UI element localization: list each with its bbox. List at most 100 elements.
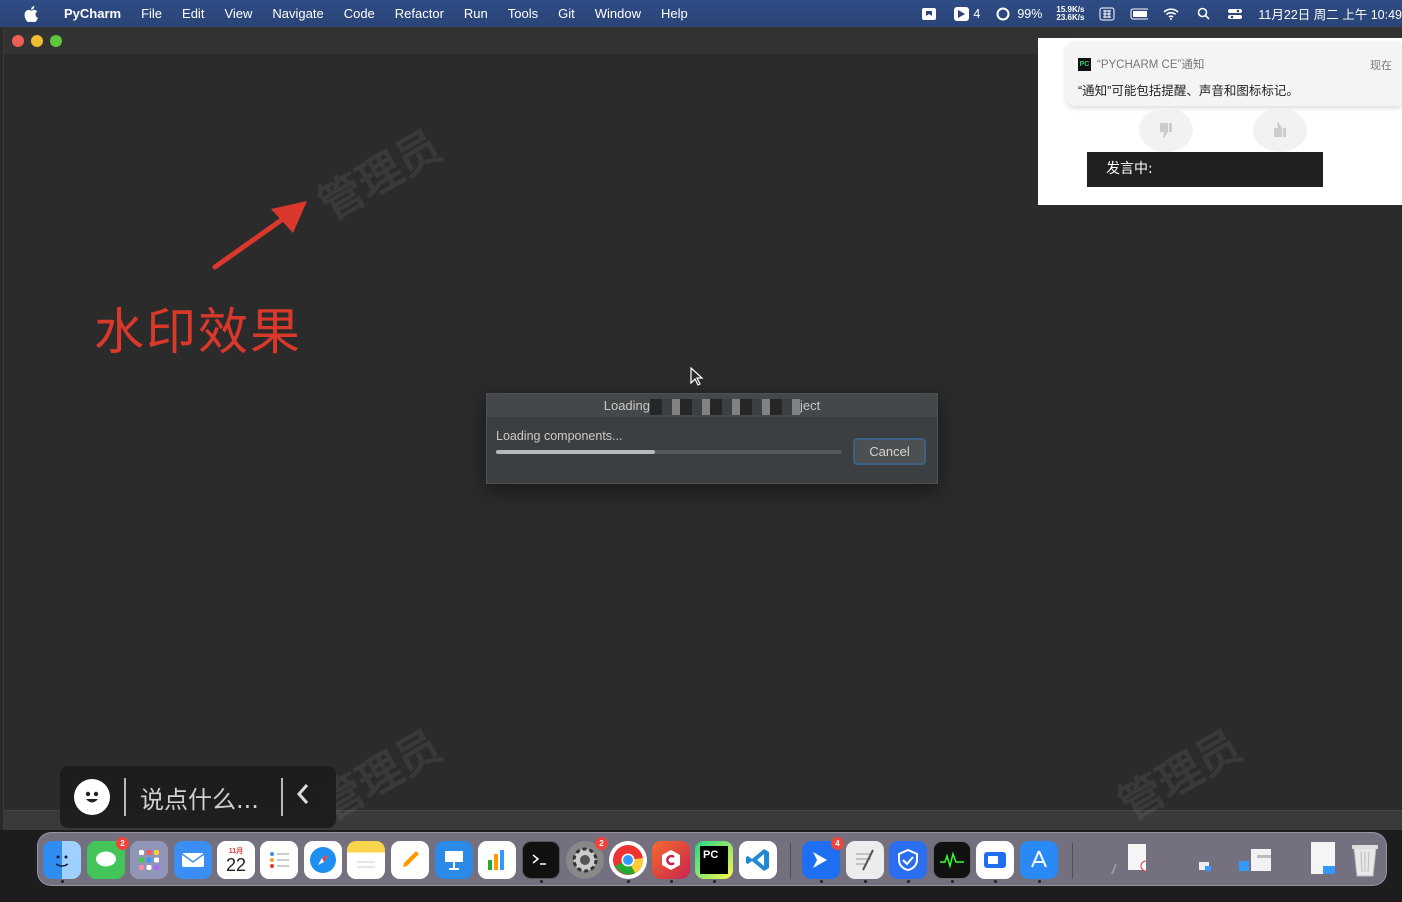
thumbs-down-icon[interactable] <box>1139 108 1193 152</box>
notification-app-name: “PYCHARM CE”通知 <box>1097 59 1205 71</box>
notification-body: “通知”可能包括提醒、声音和图标标记。 <box>1078 84 1299 98</box>
mail-icon[interactable] <box>174 841 212 879</box>
control-center-icon[interactable] <box>1226 7 1244 21</box>
screen: PyCharm File Edit View Navigate Code Ref… <box>0 0 1402 902</box>
menu-git[interactable]: Git <box>548 0 585 27</box>
thumbs-up-icon[interactable] <box>1253 108 1307 152</box>
pages-icon[interactable] <box>391 841 429 879</box>
textedit-icon[interactable] <box>846 841 884 879</box>
messages-badge: 2 <box>116 837 129 850</box>
menu-help[interactable]: Help <box>651 0 698 27</box>
battery-circle-status[interactable]: 99% <box>994 7 1042 21</box>
keynote-icon[interactable] <box>435 841 473 879</box>
dock: 2 11月 22 2 PC 4 <box>37 832 1387 886</box>
running-indicator <box>61 880 64 883</box>
menu-bar: PyCharm File Edit View Navigate Code Ref… <box>0 0 1402 27</box>
messages-icon[interactable]: 2 <box>87 837 129 879</box>
clion-icon[interactable] <box>652 841 690 879</box>
finder-icon[interactable] <box>43 841 81 879</box>
input-method-icon[interactable] <box>1098 7 1116 21</box>
menu-run[interactable]: Run <box>454 0 498 27</box>
calendar-day: 22 <box>225 855 247 875</box>
close-button[interactable] <box>12 35 24 47</box>
chat-input[interactable]: 说点什么... <box>140 780 259 815</box>
battery-percent: 99% <box>1017 6 1043 21</box>
menu-code[interactable]: Code <box>334 0 385 27</box>
notification-app: PC “PYCHARM CE”通知 <box>1078 56 1204 72</box>
running-indicator <box>670 880 673 883</box>
redacted-blur <box>650 398 801 415</box>
tencent-meeting-icon[interactable] <box>976 841 1014 879</box>
menu-refactor[interactable]: Refactor <box>385 0 454 27</box>
apple-icon[interactable] <box>22 5 40 23</box>
wifi-icon[interactable] <box>1162 7 1180 21</box>
ring-icon <box>994 7 1012 21</box>
menu-app-pycharm[interactable]: PyCharm <box>54 0 131 27</box>
notification-time: 现在 <box>1370 60 1392 72</box>
notification-panel: PC “PYCHARM CE”通知 现在 “通知”可能包括提醒、声音和图标标记。… <box>1038 38 1402 205</box>
chrome-icon[interactable] <box>609 841 647 879</box>
running-indicator <box>713 880 716 883</box>
app-store-icon[interactable] <box>1020 841 1058 879</box>
terminal-icon[interactable] <box>522 841 560 879</box>
feishu-icon[interactable]: 4 <box>802 837 844 879</box>
annotation-text: 水印效果 <box>94 303 302 361</box>
activity-monitor-icon[interactable] <box>933 841 971 879</box>
loading-status: Loading components... <box>496 429 623 443</box>
network-speed[interactable]: 15.9K/s 23.6K/s <box>1056 5 1085 22</box>
menu-window[interactable]: Window <box>585 0 651 27</box>
menu-view[interactable]: View <box>214 0 262 27</box>
bluebird-status[interactable]: 4 <box>952 6 980 21</box>
screenshot-stack-icon[interactable] <box>1233 841 1271 879</box>
trash-icon[interactable] <box>1346 841 1384 879</box>
safari-icon[interactable] <box>304 841 342 879</box>
cancel-button[interactable]: Cancel <box>853 438 926 465</box>
stack-icon[interactable] <box>1186 841 1224 879</box>
battery-icon[interactable] <box>1130 7 1149 21</box>
dialog-title-prefix: Loading <box>603 398 651 413</box>
system-preferences-icon[interactable]: 2 <box>566 837 608 879</box>
zoom-button[interactable] <box>50 35 62 47</box>
screen-record-icon[interactable] <box>920 7 938 21</box>
running-indicator <box>820 880 823 883</box>
annotation-arrow-icon <box>212 201 307 270</box>
reminders-icon[interactable] <box>260 841 298 879</box>
emoji-icon[interactable] <box>74 779 110 815</box>
launchpad-icon[interactable] <box>130 841 168 879</box>
dialog-title-suffix: ject <box>800 398 821 413</box>
running-indicator <box>627 880 630 883</box>
clock[interactable]: 11月22日 周二 上午 10:49 <box>1258 4 1402 23</box>
menu-navigate[interactable]: Navigate <box>262 0 333 27</box>
running-indicator <box>951 880 954 883</box>
cursor-icon <box>690 367 704 386</box>
pycharm-icon: PC <box>1078 57 1091 71</box>
minimize-button[interactable] <box>31 35 43 47</box>
loading-dialog: Loading ject Loading components... Cancel <box>486 393 938 484</box>
progress-bar <box>496 450 842 454</box>
bluebird-icon <box>952 6 970 21</box>
menu-tools[interactable]: Tools <box>498 0 548 27</box>
dock-divider <box>1072 843 1073 879</box>
calendar-icon[interactable]: 11月 22 <box>217 841 255 879</box>
running-indicator <box>1038 880 1041 883</box>
notification-card[interactable]: PC “PYCHARM CE”通知 现在 “通知”可能包括提醒、声音和图标标记。 <box>1066 42 1402 106</box>
dock-divider <box>790 843 791 879</box>
chevron-left-icon[interactable] <box>295 782 311 813</box>
pycharm-dock-icon[interactable]: PC <box>695 841 733 879</box>
chat-bar: 说点什么... <box>60 766 336 828</box>
menu-file[interactable]: File <box>131 0 172 27</box>
menu-edit[interactable]: Edit <box>172 0 214 27</box>
document-thumbnail-icon[interactable] <box>1108 841 1146 879</box>
notes-icon[interactable] <box>347 841 385 879</box>
downloads-stack-icon[interactable] <box>1304 841 1342 879</box>
progress-fill <box>496 450 656 454</box>
running-indicator <box>864 880 867 883</box>
shield-icon[interactable] <box>889 841 927 879</box>
speaking-indicator: 发言中: <box>1087 152 1323 187</box>
numbers-icon[interactable] <box>478 841 516 879</box>
search-icon[interactable] <box>1194 7 1212 21</box>
net-down: 23.6K/s <box>1056 12 1085 22</box>
bluebird-badge: 4 <box>831 837 844 850</box>
running-indicator <box>540 880 543 883</box>
vscode-icon[interactable] <box>739 841 777 879</box>
